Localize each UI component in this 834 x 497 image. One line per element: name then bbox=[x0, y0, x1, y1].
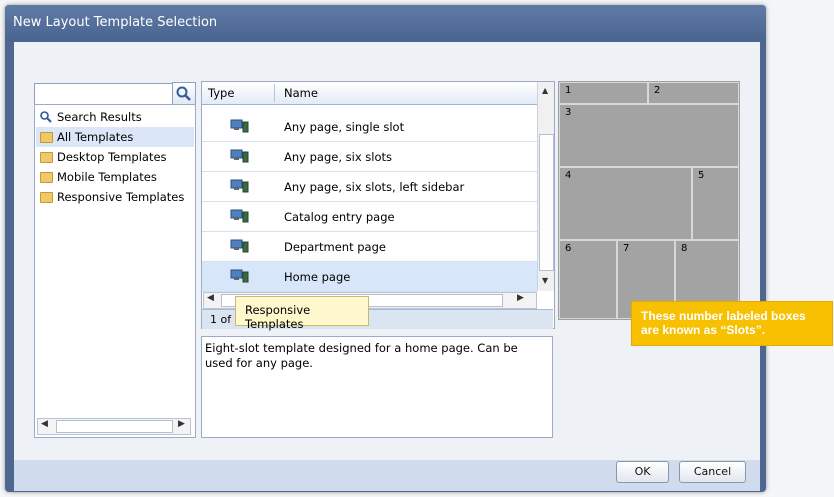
row-name: Any page, single slot bbox=[284, 120, 405, 134]
grid-vertical-scrollbar[interactable]: ▲ ▼ bbox=[537, 82, 554, 291]
slot-label: 2 bbox=[654, 85, 661, 96]
table-row[interactable]: Catalog entry page bbox=[202, 202, 537, 232]
slot-label: 4 bbox=[565, 170, 572, 181]
tree-item-mobile-templates[interactable]: Mobile Templates bbox=[36, 167, 194, 187]
scroll-left-icon[interactable]: ◀ bbox=[207, 293, 214, 303]
description-text: Eight-slot template designed for a home … bbox=[205, 341, 518, 370]
column-divider bbox=[274, 84, 275, 102]
row-name: Any page, six slots bbox=[284, 150, 393, 164]
callout-line-1: These number labeled boxes bbox=[641, 309, 806, 323]
tree-item-label: Desktop Templates bbox=[57, 150, 167, 164]
template-category-tree: Search Results All Templates Desktop Tem… bbox=[34, 104, 196, 438]
table-row[interactable]: Any page, six slots bbox=[202, 142, 537, 172]
paging-text: 1 of bbox=[210, 313, 232, 326]
table-row[interactable]: Any page, single slot bbox=[202, 112, 537, 142]
device-icon bbox=[230, 119, 249, 133]
folder-icon bbox=[40, 152, 53, 163]
device-icon bbox=[230, 149, 249, 163]
slot-label: 6 bbox=[565, 243, 572, 254]
scroll-right-icon[interactable]: ▶ bbox=[517, 293, 524, 303]
folder-icon bbox=[40, 172, 53, 183]
scroll-right-icon[interactable]: ▶ bbox=[178, 419, 185, 429]
slot-label: 7 bbox=[623, 243, 630, 254]
folder-icon bbox=[40, 132, 53, 143]
slot-label: 5 bbox=[698, 170, 705, 181]
slot-6: 6 bbox=[559, 240, 617, 319]
ok-button[interactable]: OK bbox=[616, 461, 669, 483]
column-header-name[interactable]: Name bbox=[284, 86, 318, 100]
device-icon bbox=[230, 239, 249, 253]
slot-label: 1 bbox=[565, 85, 572, 96]
row-name: Department page bbox=[284, 240, 386, 254]
scroll-thumb[interactable] bbox=[539, 134, 554, 271]
tree-item-responsive-templates[interactable]: Responsive Templates bbox=[36, 187, 194, 207]
grid-header: Type Name bbox=[202, 82, 537, 105]
row-name: Any page, six slots, left sidebar bbox=[284, 180, 465, 194]
device-icon bbox=[230, 209, 249, 223]
scroll-up-icon[interactable]: ▲ bbox=[542, 86, 548, 95]
dialog-title: New Layout Template Selection bbox=[13, 15, 218, 30]
slot-4: 4 bbox=[559, 167, 692, 240]
slot-label: 3 bbox=[565, 107, 572, 118]
folder-icon bbox=[40, 192, 53, 203]
scroll-thumb[interactable] bbox=[56, 420, 173, 433]
search-button[interactable] bbox=[172, 82, 196, 106]
slot-1: 1 bbox=[559, 82, 648, 104]
tree-item-label: Mobile Templates bbox=[57, 170, 157, 184]
tree-item-label: All Templates bbox=[57, 130, 134, 144]
dialog-titlebar[interactable]: New Layout Template Selection bbox=[5, 5, 766, 41]
slot-layout-preview: 1 2 3 4 5 6 7 8 bbox=[558, 81, 740, 320]
tooltip-text: Responsive Templates bbox=[245, 303, 311, 331]
tree-item-search-results[interactable]: Search Results bbox=[36, 107, 194, 127]
template-grid: Type Name Any page, single slot Any page… bbox=[201, 81, 555, 329]
row-name: Home page bbox=[284, 270, 351, 284]
tree-item-desktop-templates[interactable]: Desktop Templates bbox=[36, 147, 194, 167]
slot-5: 5 bbox=[692, 167, 739, 240]
search-icon bbox=[176, 86, 191, 101]
column-header-type[interactable]: Type bbox=[208, 86, 234, 100]
row-name: Catalog entry page bbox=[284, 210, 395, 224]
tree-item-all-templates[interactable]: All Templates bbox=[36, 127, 194, 147]
tree-item-label: Responsive Templates bbox=[57, 190, 185, 204]
tree-horizontal-scrollbar[interactable]: ◀ ▶ bbox=[37, 418, 191, 435]
table-row[interactable]: Any page, six slots, left sidebar bbox=[202, 172, 537, 202]
table-row[interactable]: Home page bbox=[202, 262, 537, 292]
callout-line-2: are known as “Slots”. bbox=[641, 323, 766, 337]
scroll-left-icon[interactable]: ◀ bbox=[41, 419, 48, 429]
slot-2: 2 bbox=[648, 82, 739, 104]
slot-3: 3 bbox=[559, 104, 739, 167]
slots-callout: These number labeled boxes are known as … bbox=[631, 301, 833, 346]
slot-label: 8 bbox=[681, 243, 688, 254]
search-icon bbox=[40, 111, 52, 123]
tree-item-label: Search Results bbox=[57, 110, 142, 124]
template-description: Eight-slot template designed for a home … bbox=[201, 336, 553, 438]
responsive-templates-tooltip: Responsive Templates bbox=[235, 296, 369, 331]
device-icon bbox=[230, 179, 249, 193]
table-row[interactable]: Department page bbox=[202, 232, 537, 262]
device-icon bbox=[230, 269, 249, 283]
scroll-down-icon[interactable]: ▼ bbox=[542, 276, 548, 285]
cancel-button[interactable]: Cancel bbox=[679, 461, 746, 483]
